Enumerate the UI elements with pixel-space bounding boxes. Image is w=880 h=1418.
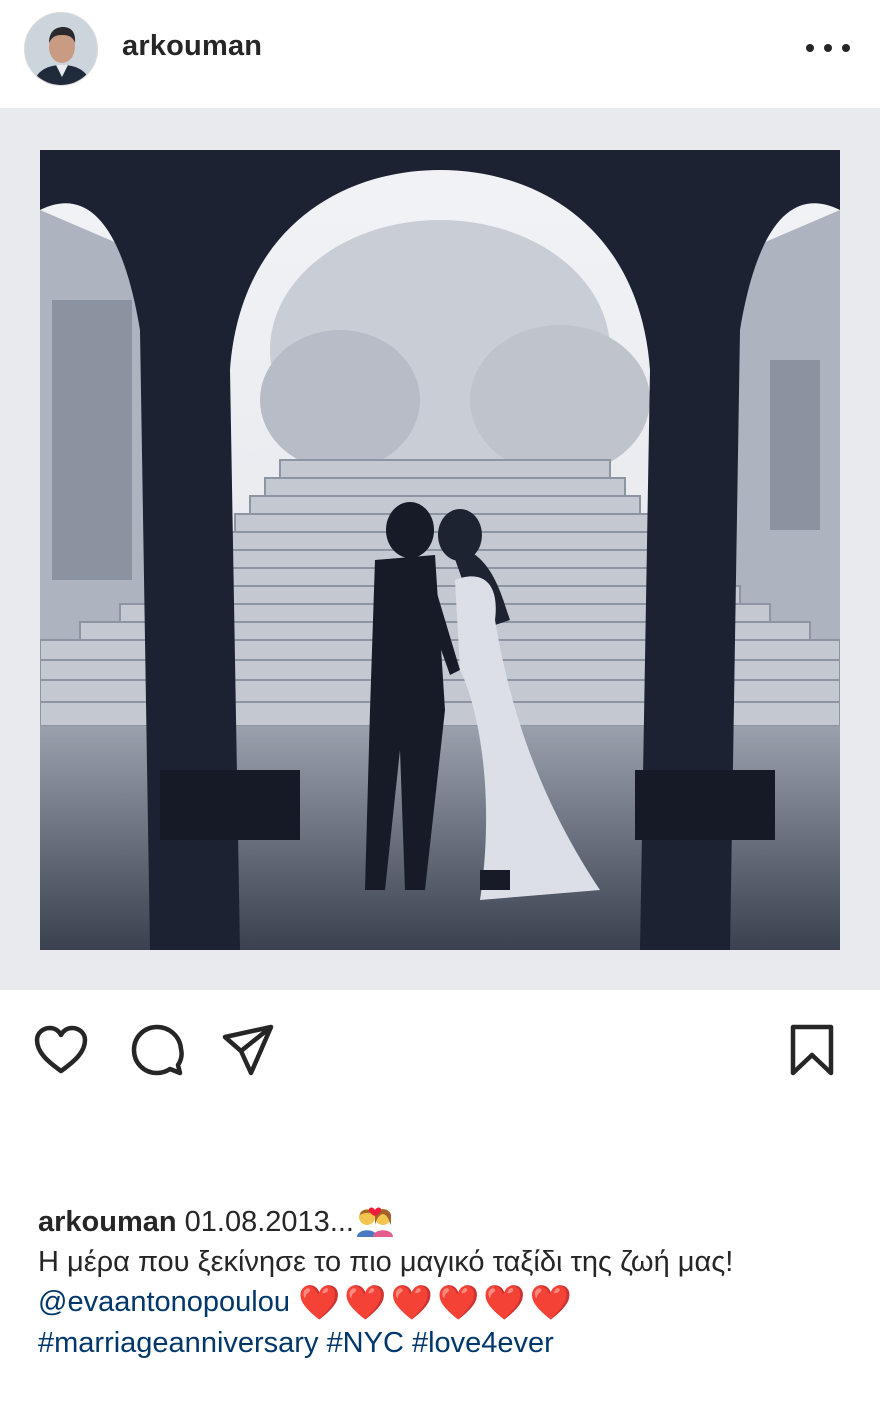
more-horizontal-icon-dot bbox=[824, 44, 832, 52]
post-image[interactable] bbox=[0, 108, 880, 990]
comment-button[interactable] bbox=[127, 1020, 187, 1080]
photo-illustration bbox=[40, 150, 840, 950]
hearts-emoji: ❤️❤️❤️❤️❤️❤️ bbox=[298, 1284, 577, 1322]
hashtag-link[interactable]: #NYC bbox=[327, 1327, 404, 1359]
hashtag-link[interactable]: #love4ever bbox=[412, 1327, 554, 1359]
caption-mention-line: @evaantonopoulou ❤️❤️❤️❤️❤️❤️ bbox=[38, 1282, 848, 1323]
avatar[interactable] bbox=[24, 12, 98, 86]
bookmark-icon bbox=[790, 1024, 834, 1076]
couple-with-heart-icon bbox=[357, 1207, 393, 1237]
caption-date: 01.08.2013... bbox=[184, 1206, 354, 1238]
wedding-kiss-photo bbox=[40, 150, 840, 950]
send-icon bbox=[222, 1024, 274, 1076]
post-header: arkouman bbox=[0, 0, 880, 96]
more-options-button[interactable] bbox=[806, 30, 850, 66]
share-button[interactable] bbox=[218, 1020, 278, 1080]
hashtag-link[interactable]: #marriageanniversary bbox=[38, 1327, 318, 1359]
caption-text: Η μέρα που ξεκίνησε το πιο μαγικό ταξίδι… bbox=[38, 1246, 734, 1278]
heart-icon bbox=[34, 1025, 88, 1074]
caption-first-line: arkouman 01.08.2013... bbox=[38, 1202, 848, 1242]
post-username[interactable]: arkouman bbox=[122, 30, 262, 63]
caption-hashtags: #marriageanniversary #NYC #love4ever bbox=[38, 1323, 848, 1363]
post-actions bbox=[0, 1010, 880, 1090]
more-horizontal-icon-dot bbox=[842, 44, 850, 52]
mention-link[interactable]: @evaantonopoulou bbox=[38, 1286, 290, 1318]
caption-username[interactable]: arkouman bbox=[38, 1206, 177, 1238]
save-button[interactable] bbox=[782, 1020, 842, 1080]
avatar-photo bbox=[25, 13, 97, 85]
like-button[interactable] bbox=[31, 1020, 91, 1080]
post-caption: arkouman 01.08.2013... Η μέρα που ξεκίνη… bbox=[38, 1202, 848, 1363]
comment-icon bbox=[131, 1024, 184, 1076]
more-horizontal-icon bbox=[806, 44, 814, 52]
